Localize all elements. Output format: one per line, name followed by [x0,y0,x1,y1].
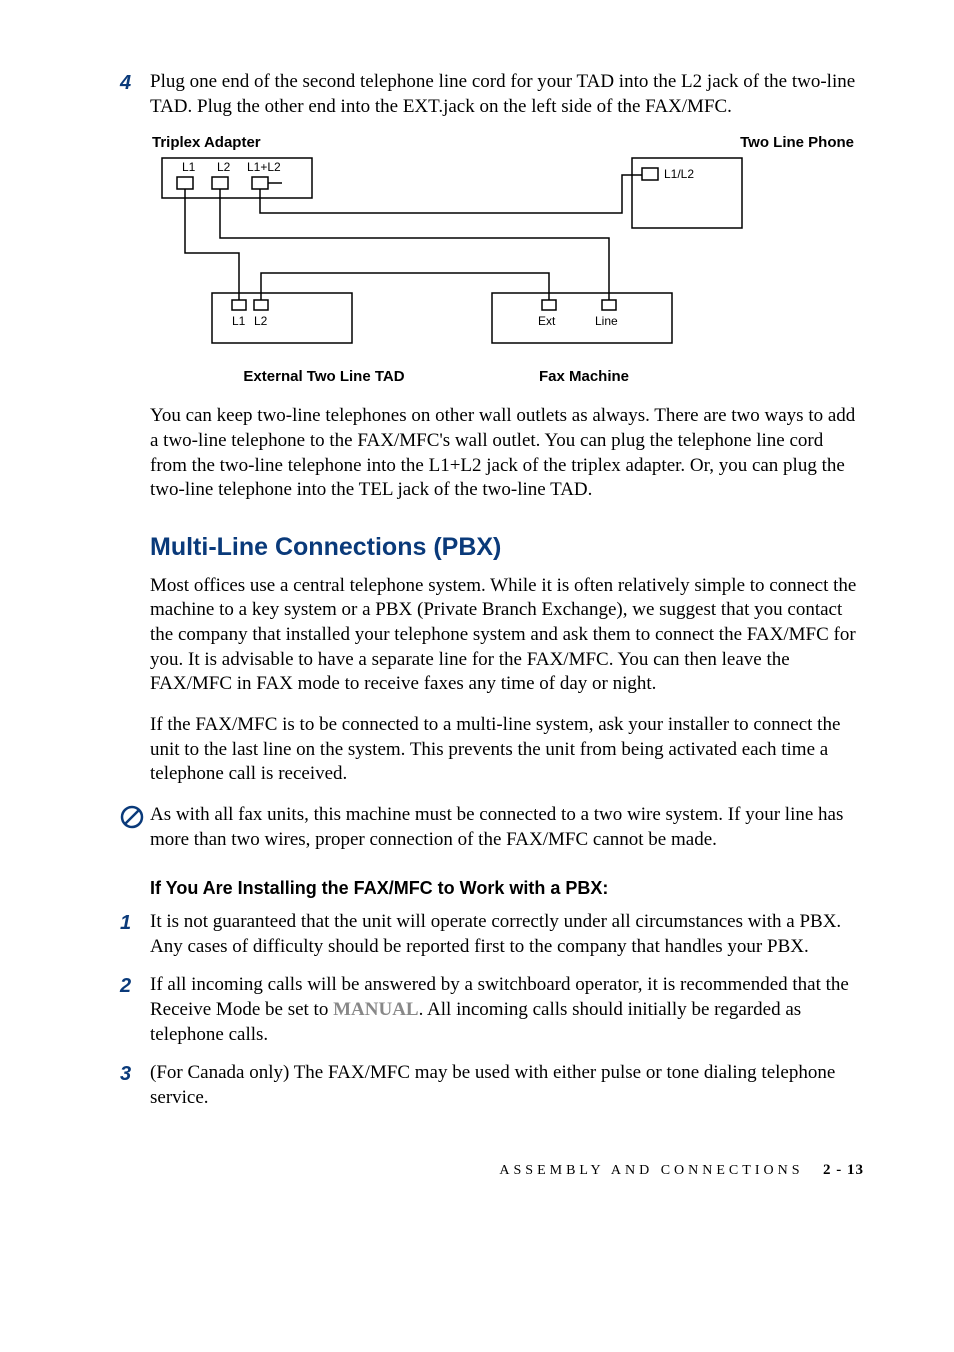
two-line-phone-label: Two Line Phone [740,133,854,153]
triplex-adapter-label: Triplex Adapter [152,133,261,153]
section-heading-pbx: Multi-Line Connections (PBX) [150,531,864,564]
step-4-number: 4 [120,70,150,119]
pbx-step-3: 3 (For Canada only) The FAX/MFC may be u… [120,1061,864,1110]
warning-note: As with all fax units, this machine must… [120,803,864,852]
tad-l2-text: L2 [254,314,268,328]
pbx-step-3-number: 3 [120,1061,150,1110]
fax-ext-text: Ext [538,314,556,328]
prohibit-icon [120,805,146,829]
step-4-text: Plug one end of the second telephone lin… [150,70,864,119]
jack-l1-text: L1 [182,160,196,174]
external-tad-label: External Two Line TAD [224,367,424,387]
pbx-step-1-text: It is not guaranteed that the unit will … [150,910,864,959]
subheading-install-pbx: If You Are Installing the FAX/MFC to Wor… [150,877,864,900]
pbx-step-2-text: If all incoming calls will be answered b… [150,973,864,1047]
fax-machine-label: Fax Machine [504,367,664,387]
pbx-step-1: 1 It is not guaranteed that the unit wil… [120,910,864,959]
page-footer: ASSEMBLY AND CONNECTIONS 2 - 13 [120,1161,864,1181]
footer-title: ASSEMBLY AND CONNECTIONS [499,1163,803,1178]
pbx-step-2: 2 If all incoming calls will be answered… [120,973,864,1047]
step-4: 4 Plug one end of the second telephone l… [120,70,864,119]
phone-l1l2-text: L1/L2 [664,167,694,181]
jack-l2-text: L2 [217,160,231,174]
warning-note-text: As with all fax units, this machine must… [150,803,864,852]
pbx-paragraph-1: Most offices use a central telephone sys… [150,574,864,697]
footer-page-number: 2 - 13 [823,1162,864,1178]
tad-l1-text: L1 [232,314,246,328]
pbx-paragraph-2: If the FAX/MFC is to be connected to a m… [150,713,864,787]
pbx-step-1-number: 1 [120,910,150,959]
pbx-step-2-key: MANUAL [333,999,419,1020]
paragraph-after-diagram: You can keep two-line telephones on othe… [150,404,864,503]
wiring-diagram: Triplex Adapter Two Line Phone L1 L2 L1+… [152,133,864,386]
pbx-step-2-number: 2 [120,973,150,1047]
fax-line-text: Line [595,314,618,328]
wiring-diagram-svg: L1 L2 L1+L2 L1/L2 L1 L2 Ext Line [152,153,752,363]
pbx-step-3-text: (For Canada only) The FAX/MFC may be use… [150,1061,864,1110]
jack-l1l2-text: L1+L2 [247,160,281,174]
